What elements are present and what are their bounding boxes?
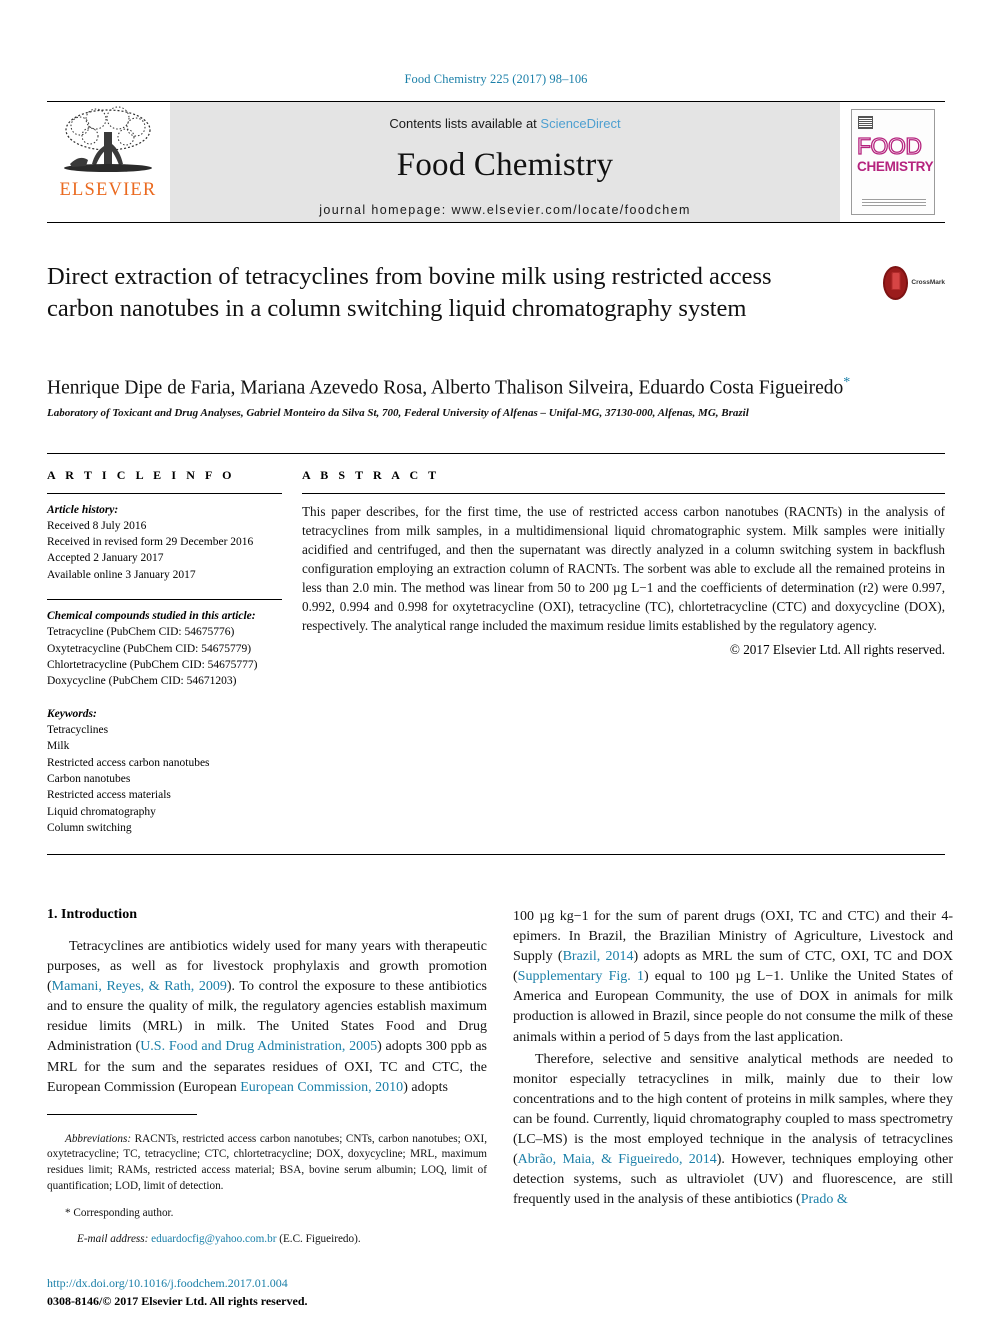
article-info-rule [47, 492, 282, 494]
keyword-item: Milk [47, 740, 70, 753]
footnote-corresponding-author: * Corresponding author. [47, 1206, 487, 1222]
footnote-abbreviations: Abbreviations: RACNTs, restricted access… [47, 1132, 487, 1195]
elsevier-wordmark: ELSEVIER [59, 180, 157, 200]
contents-prefix: Contents lists available at [389, 116, 541, 131]
author-names: Henrique Dipe de Faria, Mariana Azevedo … [47, 377, 844, 399]
article-history-item: Available online 3 January 2017 [47, 568, 196, 581]
paragraph-intro-3: Therefore, selective and sensitive analy… [513, 1050, 953, 1210]
email-label: E-mail address: [77, 1233, 149, 1246]
info-abstract-band: A R T I C L E I N F O Article history: R… [47, 452, 945, 856]
compound-item: Chlortetracycline (PubChem CID: 54675777… [47, 659, 258, 672]
citation-link[interactable]: Mamani, Reyes, & Rath, 2009 [52, 979, 227, 994]
abstract-copyright: © 2017 Elsevier Ltd. All rights reserved… [729, 641, 945, 657]
keywords-group: Keywords: Tetracyclines Milk Restricted … [47, 706, 282, 837]
chemical-compounds-group: Chemical compounds studied in this artic… [47, 599, 282, 690]
sciencedirect-link[interactable]: ScienceDirect [540, 116, 620, 131]
elsevier-tree-icon [64, 106, 152, 172]
journal-title: Food Chemistry [396, 147, 614, 183]
article-history-label: Article history: [47, 503, 119, 516]
abstract-rule [302, 492, 945, 494]
affiliation: Laboratory of Toxicant and Drug Analyses… [47, 406, 749, 419]
title-block: Direct extraction of tetracyclines from … [47, 261, 945, 353]
article-info-column: A R T I C L E I N F O Article history: R… [47, 468, 282, 837]
journal-masthead: ELSEVIER Contents lists available at Sci… [47, 101, 945, 223]
citation-link[interactable]: Abrão, Maia, & Figueiredo, 2014 [518, 1152, 717, 1167]
compounds-label: Chemical compounds studied in this artic… [47, 610, 256, 623]
body-column-left: 1. Introduction Tetracyclines are antibi… [47, 907, 487, 1259]
abstract-column: A B S T R A C T This paper describes, fo… [302, 468, 945, 837]
abstract-text: This paper describes, for the first time… [302, 503, 945, 633]
cover-footer-lines [862, 199, 926, 206]
author-list: Henrique Dipe de Faria, Mariana Azevedo … [47, 375, 945, 400]
keyword-item: Carbon nanotubes [47, 773, 131, 786]
citation-link[interactable]: Prado & [801, 1192, 848, 1207]
page-title: Direct extraction of tetracyclines from … [47, 263, 772, 322]
keyword-item: Tetracyclines [47, 724, 109, 737]
cover-corner-icon [858, 116, 873, 129]
article-history-group: Article history: Received 8 July 2016 Re… [47, 502, 282, 584]
corresponding-author-marker: * [843, 375, 851, 390]
crossmark-badge-group[interactable]: CrossMark [883, 263, 945, 303]
corresponding-marker-icon: * [65, 1206, 71, 1219]
corresponding-author-text: Corresponding author. [73, 1206, 174, 1219]
article-history-item: Received 8 July 2016 [47, 519, 147, 532]
journal-cover-thumbnail: FOOD CHEMISTRY [841, 102, 945, 222]
footer-block: http://dx.doi.org/10.1016/j.foodchem.201… [47, 1275, 945, 1310]
paragraph-intro-1: Tetracyclines are antibiotics widely use… [47, 937, 487, 1097]
text-segment: ) adopts [403, 1079, 448, 1095]
compound-item: Oxytetracycline (PubChem CID: 54675779) [47, 642, 252, 655]
paragraph-intro-2: 100 µg kg−1 for the sum of parent drugs … [513, 907, 953, 1047]
abstract-heading: A B S T R A C T [302, 467, 440, 482]
text-segment: Therefore, selective and sensitive analy… [513, 1051, 953, 1167]
article-history-item: Accepted 2 January 2017 [47, 552, 164, 565]
crossmark-label: CrossMark [911, 278, 945, 286]
keyword-item: Restricted access carbon nanotubes [47, 756, 210, 769]
body-column-right: 100 µg kg−1 for the sum of parent drugs … [513, 907, 953, 1259]
doi-link[interactable]: http://dx.doi.org/10.1016/j.foodchem.201… [47, 1275, 945, 1292]
crossmark-icon [883, 266, 909, 300]
elsevier-logo: ELSEVIER [47, 102, 169, 222]
journal-banner: Contents lists available at ScienceDirec… [169, 102, 841, 222]
footnote-email: E-mail address: eduardocfig@yahoo.com.br… [47, 1232, 487, 1248]
journal-homepage-line[interactable]: journal homepage: www.elsevier.com/locat… [319, 203, 691, 217]
journal-article-page: Food Chemistry 225 (2017) 98–106 ELSEVIE… [0, 0, 992, 1323]
cover-title-chemistry: CHEMISTRY [857, 158, 934, 174]
keyword-item: Column switching [47, 822, 132, 835]
citation-link[interactable]: Supplementary Fig. 1 [518, 969, 644, 984]
article-info-heading: A R T I C L E I N F O [47, 467, 236, 482]
keywords-label: Keywords: [47, 707, 97, 720]
keyword-item: Liquid chromatography [47, 805, 156, 818]
issn-copyright: 0308-8146/© 2017 Elsevier Ltd. All right… [47, 1293, 308, 1308]
citation-link[interactable]: Brazil, 2014 [563, 949, 634, 964]
running-head: Food Chemistry 225 (2017) 98–106 [404, 72, 588, 86]
citation-link[interactable]: European Commission, 2010 [240, 1080, 403, 1095]
section-title-introduction: 1. Introduction [47, 907, 137, 923]
cover-box: FOOD CHEMISTRY [851, 109, 935, 215]
compound-item: Tetracycline (PubChem CID: 54675776) [47, 626, 235, 639]
article-history-item: Received in revised form 29 December 201… [47, 536, 254, 549]
email-suffix: (E.C. Figueiredo). [276, 1233, 361, 1246]
keyword-item: Restricted access materials [47, 789, 171, 802]
cover-title-food: FOOD [856, 133, 922, 159]
body-columns: 1. Introduction Tetracyclines are antibi… [47, 907, 953, 1259]
email-link[interactable]: eduardocfig@yahoo.com.br [151, 1233, 276, 1245]
compounds-rule [47, 599, 282, 601]
citation-link[interactable]: U.S. Food and Drug Administration, 2005 [140, 1039, 377, 1054]
abbreviations-label: Abbreviations: [65, 1132, 132, 1145]
footnotes-block: Abbreviations: RACNTs, restricted access… [47, 1113, 487, 1249]
compound-item: Doxycycline (PubChem CID: 54671203) [47, 675, 237, 688]
contents-lists-line: Contents lists available at ScienceDirec… [389, 116, 620, 131]
